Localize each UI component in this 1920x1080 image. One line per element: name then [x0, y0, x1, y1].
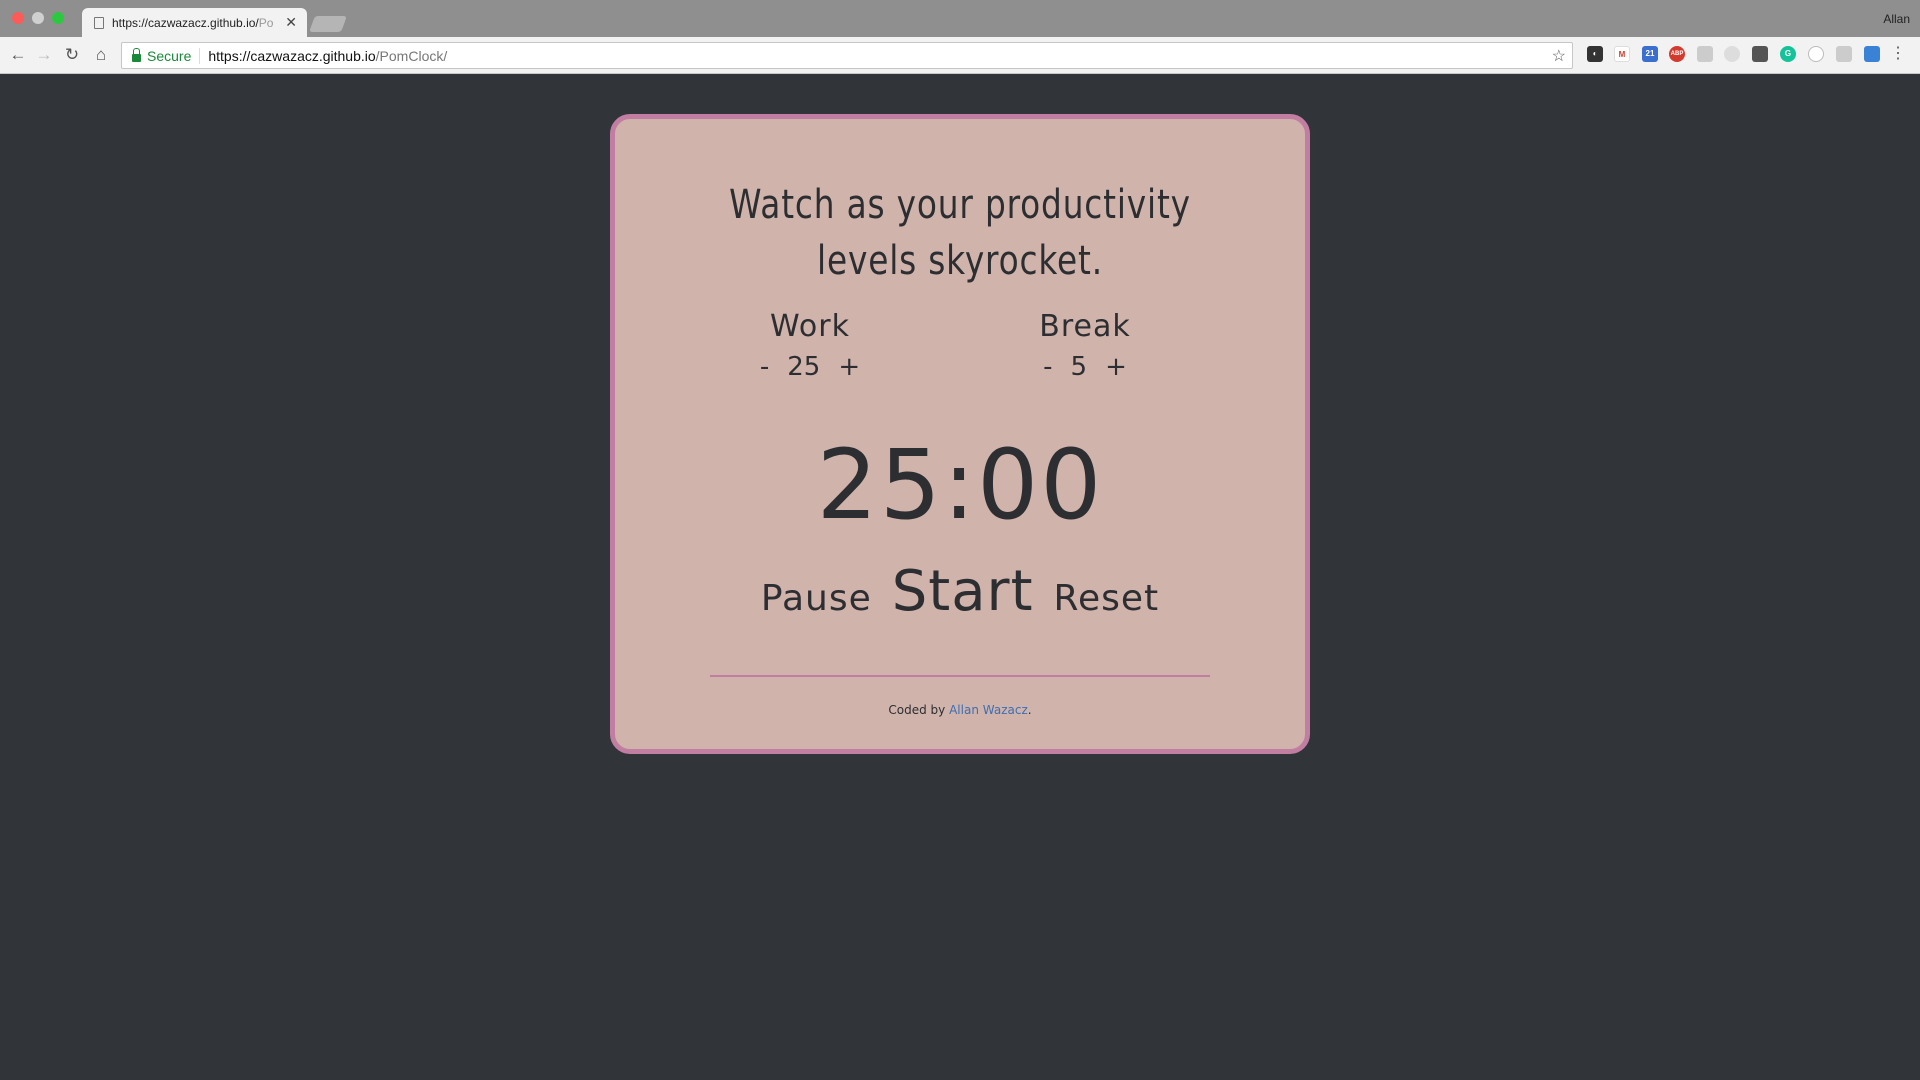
browser-tab-active[interactable]: https://cazwazacz.github.io/Po ✕ — [82, 8, 307, 37]
credit-suffix: . — [1027, 703, 1032, 717]
start-button[interactable]: Start — [892, 559, 1034, 624]
pomodoro-card: Watch as your productivity levels skyroc… — [610, 114, 1310, 754]
profile-name[interactable]: Allan — [1883, 12, 1910, 26]
author-link[interactable]: Allan Wazacz — [949, 703, 1028, 717]
divider — [710, 675, 1210, 677]
credit-prefix: Coded by — [888, 703, 950, 717]
address-bar[interactable]: Secure https://cazwazacz.github.io/PomCl… — [121, 42, 1573, 69]
url-path: /PomClock/ — [375, 47, 448, 64]
work-increment-button[interactable]: + — [838, 352, 860, 382]
settings-icon[interactable] — [1836, 46, 1852, 62]
adblock-plus-icon[interactable]: ABP — [1669, 46, 1685, 62]
url-host: https://cazwazacz.github.io — [208, 47, 376, 64]
break-decrement-button[interactable]: - — [1043, 352, 1052, 382]
gmail-icon[interactable]: M — [1614, 46, 1630, 62]
calendar-icon[interactable]: 21 — [1642, 46, 1658, 62]
window-close-button[interactable] — [12, 12, 24, 24]
window-maximize-button[interactable] — [52, 12, 64, 24]
work-label: Work — [770, 309, 850, 344]
back-arrow-icon[interactable]: ← — [8, 45, 28, 65]
work-stepper: - 25 + — [720, 352, 900, 382]
break-increment-button[interactable]: + — [1105, 352, 1127, 382]
credit-line: Coded by Allan Wazacz. — [615, 703, 1305, 717]
forward-arrow-icon[interactable]: → — [34, 45, 54, 65]
bookmark-star-icon[interactable]: ☆ — [1552, 46, 1566, 66]
secure-label: Secure — [147, 47, 201, 64]
break-label: Break — [1039, 309, 1131, 344]
close-icon[interactable]: ✕ — [285, 14, 297, 31]
lock-icon — [132, 47, 141, 62]
break-setting: Break - 5 + — [995, 309, 1175, 382]
work-setting: Work - 25 + — [720, 309, 900, 382]
browser-titlebar: https://cazwazacz.github.io/Po ✕ Allan — [0, 0, 1920, 37]
grammarly-icon[interactable]: G — [1780, 46, 1796, 62]
page-icon — [94, 16, 104, 29]
work-value: 25 — [787, 352, 821, 382]
reddit-icon[interactable] — [1724, 46, 1740, 62]
dark-reader-icon[interactable]: ◐ — [1587, 46, 1603, 62]
browser-toolbar: ← → ↻ ⌂ Secure https://cazwazacz.github.… — [0, 37, 1920, 74]
menu-dots-icon[interactable]: ⋮ — [1890, 46, 1906, 62]
tagline: Watch as your productivity levels skyroc… — [729, 182, 1191, 284]
reload-icon[interactable]: ↻ — [62, 45, 82, 65]
window-minimize-button[interactable] — [32, 12, 44, 24]
break-value: 5 — [1070, 352, 1088, 382]
timer-controls: Pause Start Reset — [615, 559, 1305, 624]
break-stepper: - 5 + — [995, 352, 1175, 382]
new-tab-button[interactable] — [309, 16, 347, 32]
screenshot-icon[interactable] — [1864, 46, 1880, 62]
tab-title: https://cazwazacz.github.io/Po — [112, 15, 274, 30]
lastpass-icon[interactable] — [1752, 46, 1768, 62]
reset-button[interactable]: Reset — [1054, 578, 1160, 619]
pause-button[interactable]: Pause — [761, 578, 872, 619]
work-decrement-button[interactable]: - — [760, 352, 769, 382]
home-icon[interactable]: ⌂ — [91, 45, 111, 65]
chat-icon[interactable] — [1697, 46, 1713, 62]
circle-icon[interactable] — [1808, 46, 1824, 62]
timer-display: 25:00 — [816, 429, 1104, 541]
